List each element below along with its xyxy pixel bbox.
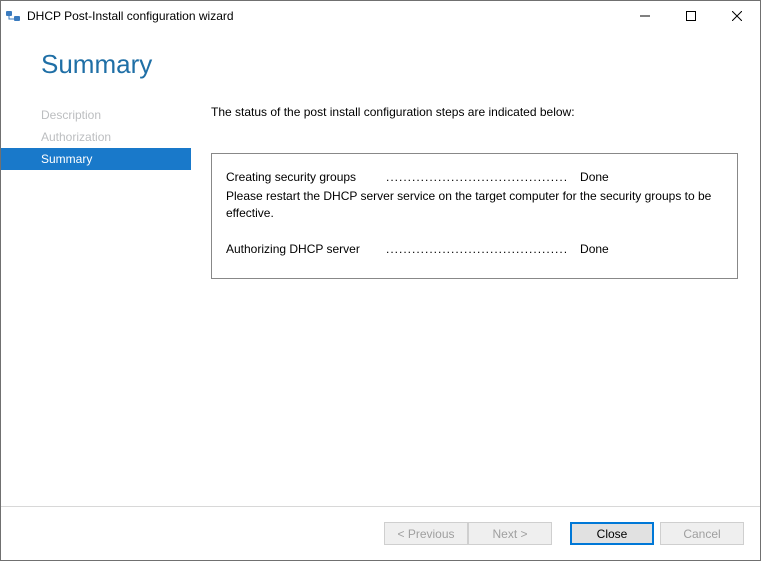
status-row: Creating security groups ...............… [226,170,723,184]
sidebar-item-label: Authorization [41,130,111,144]
minimize-button[interactable] [622,1,668,31]
cancel-button: Cancel [660,522,744,545]
status-label: Creating security groups [226,170,386,184]
content-area: Description Authorization Summary The st… [1,104,760,506]
main-panel: The status of the post install configura… [191,104,760,506]
sidebar-item-authorization[interactable]: Authorization [1,126,191,148]
status-row: Authorizing DHCP server ................… [226,242,723,256]
restart-note: Please restart the DHCP server service o… [226,188,723,222]
app-icon [5,8,21,24]
sidebar: Description Authorization Summary [1,104,191,506]
window-controls [622,1,760,31]
intro-text: The status of the post install configura… [211,104,738,119]
close-button[interactable] [714,1,760,31]
status-label: Authorizing DHCP server [226,242,386,256]
footer: < Previous Next > Close Cancel [1,506,760,560]
maximize-button[interactable] [668,1,714,31]
status-value: Done [580,170,609,184]
window-title: DHCP Post-Install configuration wizard [27,9,234,23]
sidebar-item-summary[interactable]: Summary [1,148,191,170]
next-button: Next > [468,522,552,545]
wizard-window: DHCP Post-Install configuration wizard S… [0,0,761,561]
close-wizard-button[interactable]: Close [570,522,654,545]
status-dots: ........................................… [386,242,568,256]
status-dots: ........................................… [386,170,568,184]
previous-button: < Previous [384,522,468,545]
status-value: Done [580,242,609,256]
sidebar-item-label: Description [41,108,101,122]
page-title: Summary [1,31,760,104]
status-box: Creating security groups ...............… [211,153,738,279]
sidebar-item-description[interactable]: Description [1,104,191,126]
titlebar: DHCP Post-Install configuration wizard [1,1,760,31]
sidebar-item-label: Summary [41,152,92,166]
